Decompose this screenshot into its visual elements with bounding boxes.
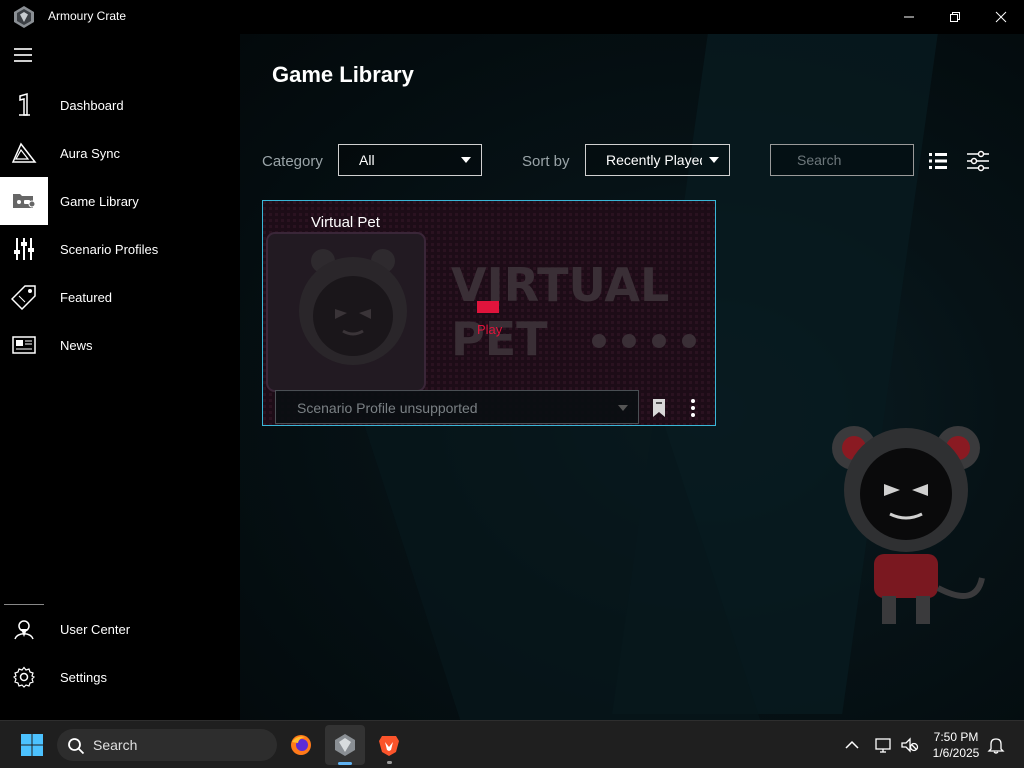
aura-sync-icon	[0, 129, 48, 177]
more-options-icon[interactable]	[687, 397, 699, 419]
network-icon[interactable]	[874, 735, 894, 755]
taskbar: Search 7:50 PM 1/6/2025	[0, 720, 1024, 768]
search-icon	[68, 738, 85, 755]
sort-label: Sort by	[522, 153, 570, 170]
chevron-up-icon[interactable]	[842, 735, 862, 755]
taskbar-firefox[interactable]	[281, 725, 321, 765]
menu-bar	[14, 54, 32, 56]
sidebar-item-dashboard[interactable]: Dashboard	[0, 81, 240, 129]
list-view-icon[interactable]	[926, 149, 950, 173]
scenario-profile-dropdown[interactable]: Scenario Profile unsupported	[275, 390, 639, 424]
sidebar-item-scenario-profiles[interactable]: Scenario Profiles	[0, 225, 240, 273]
sort-dropdown[interactable]: Recently Played	[585, 144, 730, 176]
taskbar-clock[interactable]: 7:50 PM 1/6/2025	[924, 729, 988, 761]
sidebar-item-label: Aura Sync	[60, 145, 120, 161]
sidebar-item-label: News	[60, 337, 93, 353]
scenario-profile-status: Scenario Profile unsupported	[297, 400, 478, 416]
app-title: Armoury Crate	[48, 9, 127, 23]
game-card[interactable]: VIRTUAL PET Virtual Pet Play Scenario Pr…	[262, 200, 716, 426]
taskbar-brave[interactable]	[369, 725, 409, 765]
sidebar: Dashboard Aura Sync Game Library Scenari…	[0, 34, 240, 720]
minimize-icon	[904, 16, 914, 18]
search-field[interactable]	[770, 144, 914, 176]
taskbar-search[interactable]: Search	[57, 729, 277, 761]
gear-icon	[0, 653, 48, 701]
sidebar-item-label: Featured	[60, 289, 113, 305]
sidebar-item-label: Game Library	[60, 193, 139, 209]
bookmark-icon[interactable]	[649, 397, 669, 419]
game-title: Virtual Pet	[311, 214, 380, 231]
category-label: Category	[262, 153, 323, 170]
sort-value: Recently Played	[606, 152, 702, 168]
firefox-icon	[291, 735, 311, 755]
clock-time: 7:50 PM	[933, 730, 979, 744]
scenario-profiles-icon	[0, 225, 48, 273]
filter-sliders-icon[interactable]	[966, 149, 990, 173]
category-dropdown[interactable]: All	[338, 144, 482, 176]
user-center-icon	[0, 605, 48, 653]
sidebar-item-featured[interactable]: Featured	[0, 273, 240, 321]
sidebar-item-label: User Center	[60, 621, 131, 637]
chevron-down-icon	[709, 157, 719, 163]
featured-tag-icon	[0, 273, 48, 321]
maximize-button[interactable]	[932, 0, 978, 34]
menu-bar	[14, 48, 32, 50]
mascot-illustration	[832, 426, 985, 624]
search-input[interactable]	[771, 145, 913, 175]
category-value: All	[359, 152, 375, 168]
clock-date: 1/6/2025	[932, 746, 980, 760]
taskbar-armoury-crate[interactable]	[325, 725, 365, 765]
running-app-indicator	[387, 761, 392, 764]
armoury-crate-logo-icon	[14, 6, 34, 28]
title-bar: Armoury Crate	[0, 0, 1024, 34]
armoury-crate-icon	[335, 734, 355, 756]
brave-lion-icon	[379, 736, 399, 756]
windows-start-icon[interactable]	[20, 733, 44, 757]
page-title: Game Library	[272, 62, 414, 87]
gamepad-badge-icon	[477, 301, 499, 313]
taskbar-search-label: Search	[93, 737, 138, 753]
main-content: Game Library Category All Sort by Recent…	[240, 34, 1024, 720]
sidebar-item-aura-sync[interactable]: Aura Sync	[0, 129, 240, 177]
sidebar-item-label: Dashboard	[60, 97, 124, 113]
sidebar-item-settings[interactable]: Settings	[0, 653, 240, 701]
volume-muted-icon[interactable]	[900, 735, 920, 755]
sidebar-item-news[interactable]: News	[0, 321, 240, 369]
sidebar-item-label: Settings	[60, 669, 107, 685]
active-app-indicator	[338, 762, 352, 765]
hamburger-menu-button[interactable]	[14, 48, 34, 64]
close-button[interactable]	[978, 0, 1024, 34]
sidebar-item-game-library[interactable]: Game Library	[0, 177, 240, 225]
sidebar-item-user-center[interactable]: User Center	[0, 605, 240, 653]
close-icon	[995, 11, 1007, 23]
game-library-icon	[0, 177, 48, 225]
menu-bar	[14, 60, 32, 62]
chevron-down-icon	[618, 405, 628, 411]
chevron-down-icon	[461, 157, 471, 163]
notification-bell-icon[interactable]	[986, 735, 1006, 755]
dashboard-icon	[0, 81, 48, 129]
svg-text:PET: PET	[451, 312, 548, 366]
restore-icon	[950, 12, 960, 22]
minimize-button[interactable]	[886, 0, 932, 34]
play-button[interactable]: Play	[477, 322, 502, 337]
sidebar-item-label: Scenario Profiles	[60, 241, 159, 257]
news-icon	[0, 321, 48, 369]
